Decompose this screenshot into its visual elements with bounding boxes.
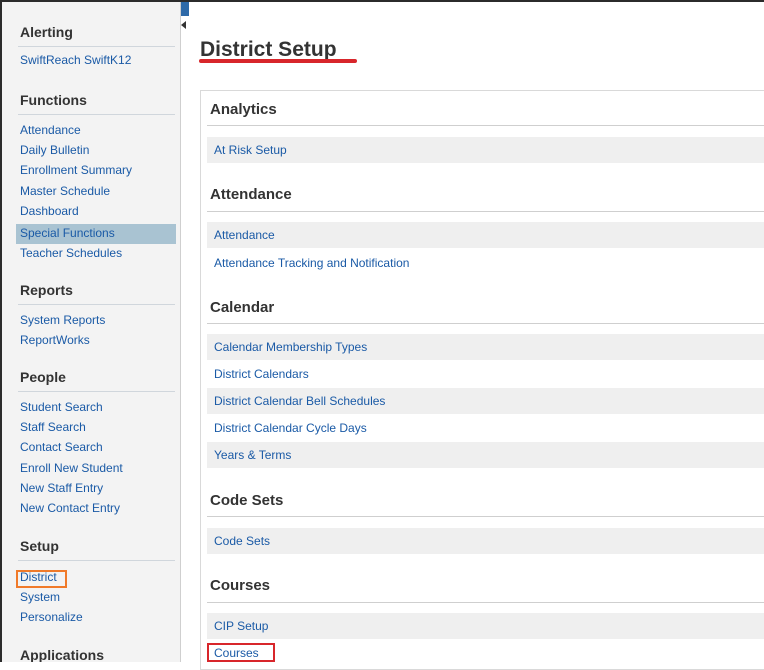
list-row xyxy=(207,613,764,639)
link-district-calendar-cycle-days[interactable]: District Calendar Cycle Days xyxy=(214,421,367,435)
sidebar-divider xyxy=(18,391,175,392)
list-row xyxy=(207,528,764,554)
sidebar-heading-reports: Reports xyxy=(20,282,73,298)
sidebar-heading-alerting: Alerting xyxy=(20,24,73,40)
section-heading-attendance: Attendance xyxy=(210,186,292,203)
sidebar-item-reportworks[interactable]: ReportWorks xyxy=(20,333,90,347)
sidebar-item-teacher-schedules[interactable]: Teacher Schedules xyxy=(20,246,122,260)
sidebar-divider xyxy=(18,46,175,47)
sidebar-item-swiftreach[interactable]: SwiftReach SwiftK12 xyxy=(20,53,131,67)
sidebar-item-new-contact-entry[interactable]: New Contact Entry xyxy=(20,501,120,515)
link-calendar-membership-types[interactable]: Calendar Membership Types xyxy=(214,340,367,354)
sidebar-item-personalize[interactable]: Personalize xyxy=(20,610,83,624)
collapse-left-icon[interactable] xyxy=(179,20,189,30)
list-row xyxy=(207,137,764,163)
section-heading-analytics: Analytics xyxy=(210,101,277,118)
section-divider xyxy=(207,516,764,517)
link-years-terms[interactable]: Years & Terms xyxy=(214,448,291,462)
sidebar-splitter[interactable] xyxy=(180,2,192,662)
sidebar-divider xyxy=(18,114,175,115)
sidebar-item-system-reports[interactable]: System Reports xyxy=(20,313,105,327)
link-courses[interactable]: Courses xyxy=(214,646,259,660)
sidebar-heading-people: People xyxy=(20,369,66,385)
sidebar-item-new-staff-entry[interactable]: New Staff Entry xyxy=(20,481,103,495)
sidebar-item-contact-search[interactable]: Contact Search xyxy=(20,440,103,454)
section-divider xyxy=(207,323,764,324)
sidebar-item-student-search[interactable]: Student Search xyxy=(20,400,103,414)
sidebar-item-dashboard[interactable]: Dashboard xyxy=(20,204,79,218)
link-code-sets[interactable]: Code Sets xyxy=(214,534,270,548)
title-annotation-underline xyxy=(199,59,357,63)
section-heading-code-sets: Code Sets xyxy=(210,492,284,509)
section-divider xyxy=(207,125,764,126)
sidebar-item-district[interactable]: District xyxy=(20,570,57,584)
sidebar-divider xyxy=(18,304,175,305)
link-district-calendar-bell-schedules[interactable]: District Calendar Bell Schedules xyxy=(214,394,385,408)
sidebar-heading-setup: Setup xyxy=(20,538,59,554)
link-cip-setup[interactable]: CIP Setup xyxy=(214,619,268,633)
sidebar-nav: Alerting SwiftReach SwiftK12 Functions A… xyxy=(0,2,180,662)
sidebar-divider xyxy=(18,560,175,561)
section-divider xyxy=(207,211,764,212)
collapse-handle[interactable] xyxy=(181,2,189,16)
sidebar-heading-functions: Functions xyxy=(20,92,87,108)
section-heading-calendar: Calendar xyxy=(210,299,275,316)
sidebar-item-daily-bulletin[interactable]: Daily Bulletin xyxy=(20,143,89,157)
sidebar-item-attendance[interactable]: Attendance xyxy=(20,123,81,137)
list-row xyxy=(207,222,764,248)
section-divider xyxy=(207,602,764,603)
sidebar-item-special-functions[interactable]: Special Functions xyxy=(20,226,115,240)
link-attendance[interactable]: Attendance xyxy=(214,228,275,242)
sidebar-item-master-schedule[interactable]: Master Schedule xyxy=(20,184,110,198)
sidebar-item-enroll-new-student[interactable]: Enroll New Student xyxy=(20,461,123,475)
link-at-risk-setup[interactable]: At Risk Setup xyxy=(214,143,287,157)
section-heading-courses: Courses xyxy=(210,577,271,594)
sidebar-item-staff-search[interactable]: Staff Search xyxy=(20,420,86,434)
sidebar-heading-applications: Applications xyxy=(20,647,105,662)
sidebar-item-enrollment-summary[interactable]: Enrollment Summary xyxy=(20,163,132,177)
link-district-calendars[interactable]: District Calendars xyxy=(214,367,309,381)
link-attendance-tracking[interactable]: Attendance Tracking and Notification xyxy=(214,256,409,270)
sidebar-item-system[interactable]: System xyxy=(20,590,60,604)
